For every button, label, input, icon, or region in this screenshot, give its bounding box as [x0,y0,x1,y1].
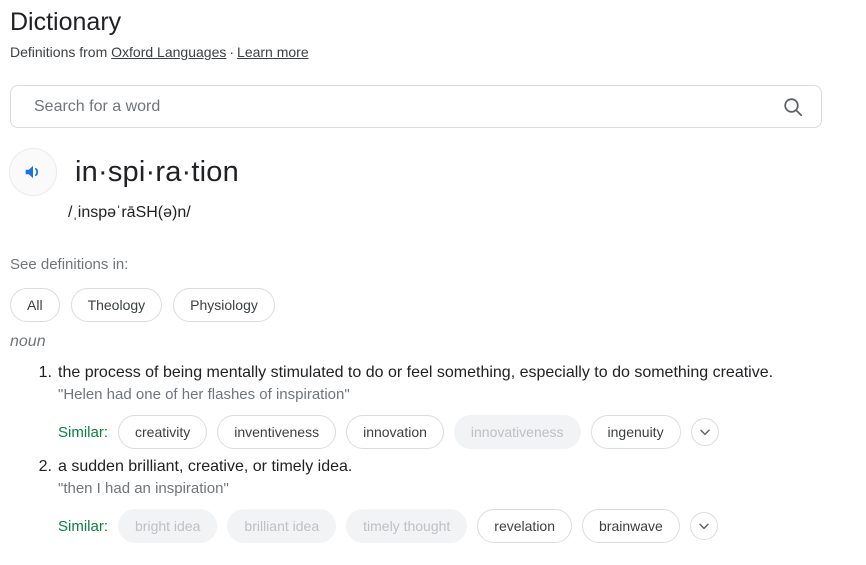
synonym-chip[interactable]: innovation [346,415,444,449]
category-chip-physiology[interactable]: Physiology [173,288,275,322]
pronounce-audio-button[interactable] [9,148,57,196]
attribution: Definitions from Oxford Languages · Learn … [10,43,866,61]
see-definitions-in-label: See definitions in: [10,256,129,273]
part-of-speech: noun [10,333,46,350]
similar-row: Similar: creativity inventiveness innova… [58,415,866,449]
header: Dictionary Definitions from Oxford Langu… [0,0,866,61]
word-block: in·spi·ra·tion /ˌinspəˈrāSH(ə)n/ [0,148,866,224]
synonym-chip[interactable]: creativity [118,415,208,449]
similar-label: Similar: [58,423,109,441]
chevron-down-icon [697,424,713,440]
definition-example: "then I had an inspiration" [58,480,229,497]
definition-item: 1. the process of being mentally stimula… [0,362,866,449]
attribution-prefix: Definitions from [10,44,108,60]
similar-label: Similar: [58,517,109,535]
synonym-chip[interactable]: brainwave [582,509,680,543]
definition-list: 1. the process of being mentally stimula… [0,362,866,550]
definition-example: "Helen had one of her flashes of inspira… [58,386,350,403]
synonym-chip[interactable]: revelation [477,509,572,543]
search-bar[interactable] [10,85,822,128]
synonym-chip[interactable]: timely thought [346,509,468,543]
oxford-languages-link[interactable]: Oxford Languages [111,44,226,60]
definition-number: 2. [38,458,52,475]
definition-text: the process of being mentally stimulated… [58,364,774,381]
speaker-icon [22,161,44,183]
synonym-chip[interactable]: ingenuity [590,415,681,449]
definition-text: a sudden brilliant, creative, or timely … [58,458,353,475]
expand-synonyms-button[interactable] [690,418,719,446]
similar-row: Similar: bright idea brilliant idea time… [58,509,866,543]
category-chip-list: All Theology Physiology [10,288,275,322]
learn-more-link[interactable]: Learn more [237,44,309,60]
search-icon[interactable] [781,95,805,119]
chevron-down-icon [696,518,712,534]
page-title: Dictionary [10,8,122,36]
dictionary-panel: Dictionary Definitions from Oxford Langu… [0,0,866,565]
headword: in·spi·ra·tion [75,156,239,188]
synonym-chip[interactable]: innovativeness [453,415,581,449]
synonym-chip[interactable]: bright idea [118,509,218,543]
definition-number: 1. [38,364,52,381]
synonym-chip[interactable]: inventiveness [217,415,337,449]
synonym-chip[interactable]: brilliant idea [227,509,337,543]
category-chip-theology[interactable]: Theology [70,288,163,322]
headword-row: in·spi·ra·tion [0,148,866,196]
phonetic-transcription: /ˌinspəˈrāSH(ə)n/ [68,204,191,221]
category-chip-all[interactable]: All [10,288,60,322]
search-input[interactable] [32,96,781,117]
definition-item: 2. a sudden brilliant, creative, or time… [0,456,866,543]
attribution-separator: · [229,44,235,60]
expand-synonyms-button[interactable] [689,512,718,540]
